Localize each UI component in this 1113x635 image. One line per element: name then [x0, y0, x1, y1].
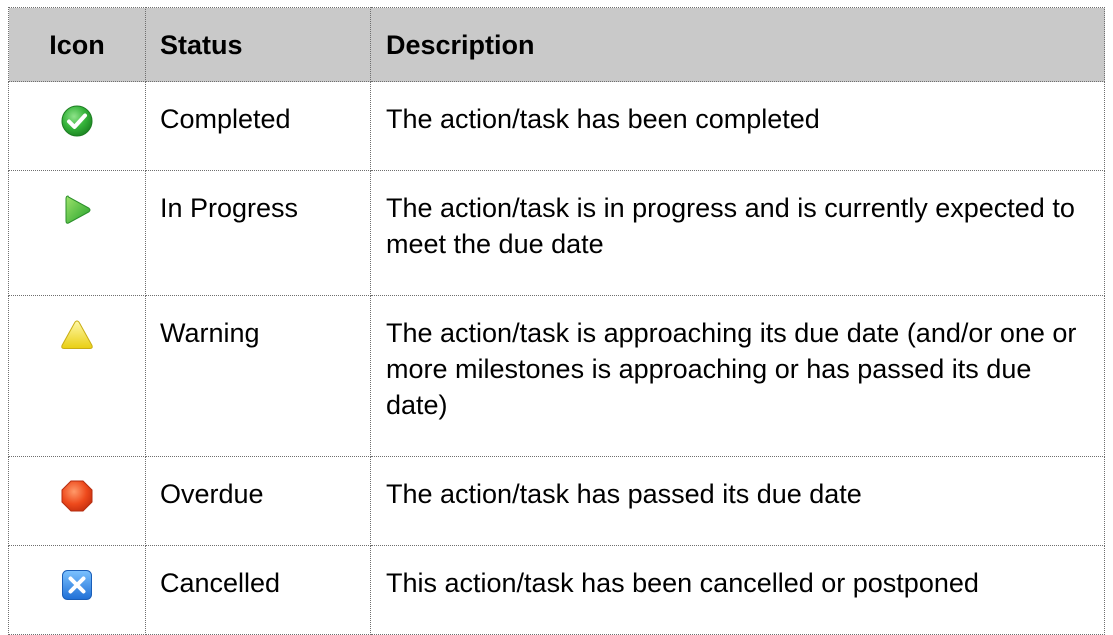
description-cell: The action/task has been completed	[370, 81, 1105, 171]
header-icon: Icon	[8, 7, 146, 82]
description-cell: The action/task is approaching its due d…	[370, 295, 1105, 457]
status-cell: Completed	[145, 81, 371, 171]
description-cell: The action/task has passed its due date	[370, 456, 1105, 546]
icon-cell	[8, 81, 146, 171]
header-row: Icon Status Description	[8, 7, 1105, 82]
check-circle-icon	[60, 104, 94, 138]
status-cell: In Progress	[145, 170, 371, 296]
status-cell: Warning	[145, 295, 371, 457]
icon-cell	[8, 456, 146, 546]
icon-cell	[8, 170, 146, 296]
stop-octagon-icon	[60, 479, 94, 513]
status-legend-table: Icon Status Description Completed The ac…	[8, 7, 1105, 635]
x-square-icon	[60, 568, 94, 602]
status-cell: Overdue	[145, 456, 371, 546]
table-row: In Progress The action/task is in progre…	[8, 170, 1105, 296]
table-row: Overdue The action/task has passed its d…	[8, 456, 1105, 546]
table-row: Completed The action/task has been compl…	[8, 81, 1105, 171]
warning-triangle-icon	[60, 318, 94, 352]
play-triangle-icon	[60, 193, 94, 227]
description-cell: The action/task is in progress and is cu…	[370, 170, 1105, 296]
header-description: Description	[370, 7, 1105, 82]
table-row: Warning The action/task is approaching i…	[8, 295, 1105, 457]
header-status: Status	[145, 7, 371, 82]
icon-cell	[8, 295, 146, 457]
